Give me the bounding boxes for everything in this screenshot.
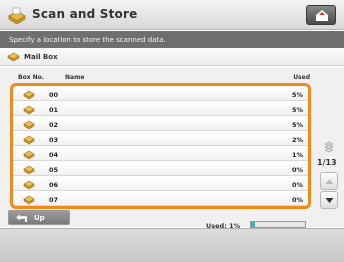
table-row[interactable]: 00 5% — [13, 88, 308, 101]
box-number: 03 — [49, 136, 59, 144]
table-row[interactable]: 05 0% — [13, 163, 308, 176]
box-number: 05 — [49, 166, 59, 174]
column-box-no: Box No. — [18, 74, 45, 81]
mailbox-icon — [23, 180, 35, 190]
scroll-up-icon — [325, 179, 334, 184]
box-used: 0% — [291, 166, 303, 174]
box-number: 02 — [49, 121, 59, 129]
scroll-down-icon — [325, 198, 334, 203]
table-row[interactable]: 03 2% — [13, 133, 308, 146]
home-icon — [316, 10, 328, 21]
up-button-label: Up — [34, 214, 45, 222]
box-number: 00 — [49, 91, 59, 99]
table-row[interactable]: 06 0% — [13, 178, 308, 191]
instruction-bar: Specify a location to store the scanned … — [0, 31, 344, 48]
mailbox-icon — [23, 165, 35, 175]
table-row[interactable]: 01 5% — [13, 103, 308, 116]
page-title: Scan and Store — [32, 7, 138, 21]
up-button[interactable]: Up — [8, 210, 70, 225]
table-row[interactable]: 04 1% — [13, 148, 308, 161]
scroll-down-button[interactable] — [320, 191, 338, 209]
mailbox-icon — [23, 90, 35, 100]
scan-store-icon — [8, 7, 26, 24]
mailbox-icon — [23, 120, 35, 130]
memory-usage-bar — [250, 221, 306, 228]
box-number: 01 — [49, 106, 59, 114]
box-used: 5% — [291, 91, 303, 99]
box-used: 2% — [291, 136, 303, 144]
instruction-text: Specify a location to store the scanned … — [9, 36, 166, 44]
box-number: 06 — [49, 181, 59, 189]
status-bar — [0, 228, 344, 262]
title-bar: Scan and Store — [0, 0, 344, 30]
table-row[interactable]: 07 0% — [13, 193, 308, 206]
home-button[interactable] — [306, 5, 336, 25]
box-used: 5% — [291, 106, 303, 114]
mailbox-icon — [23, 150, 35, 160]
scroll-up-button[interactable] — [320, 172, 338, 190]
mailbox-list: 00 5% 01 5% 02 5% 03 2% 04 1% 05 0% 06 0… — [10, 83, 311, 209]
table-header: Box No. Name Used — [10, 72, 310, 82]
location-label: Mail Box — [24, 53, 58, 61]
box-number: 07 — [49, 196, 59, 204]
column-name: Name — [65, 74, 85, 81]
column-used: Used — [293, 74, 310, 81]
page-indicator: 1/13 — [317, 158, 337, 167]
mailbox-icon — [23, 195, 35, 205]
box-used: 0% — [291, 181, 303, 189]
mailbox-icon — [23, 105, 35, 115]
box-used: 1% — [291, 151, 303, 159]
page-list-icon — [324, 141, 334, 153]
back-arrow-icon — [16, 214, 27, 222]
location-bar: Mail Box — [0, 48, 344, 66]
mailbox-icon — [23, 135, 35, 145]
box-used: 0% — [291, 196, 303, 204]
table-row[interactable]: 02 5% — [13, 118, 308, 131]
mailbox-icon — [7, 52, 20, 62]
memory-usage-fill — [251, 222, 256, 227]
box-number: 04 — [49, 151, 59, 159]
box-used: 5% — [291, 121, 303, 129]
